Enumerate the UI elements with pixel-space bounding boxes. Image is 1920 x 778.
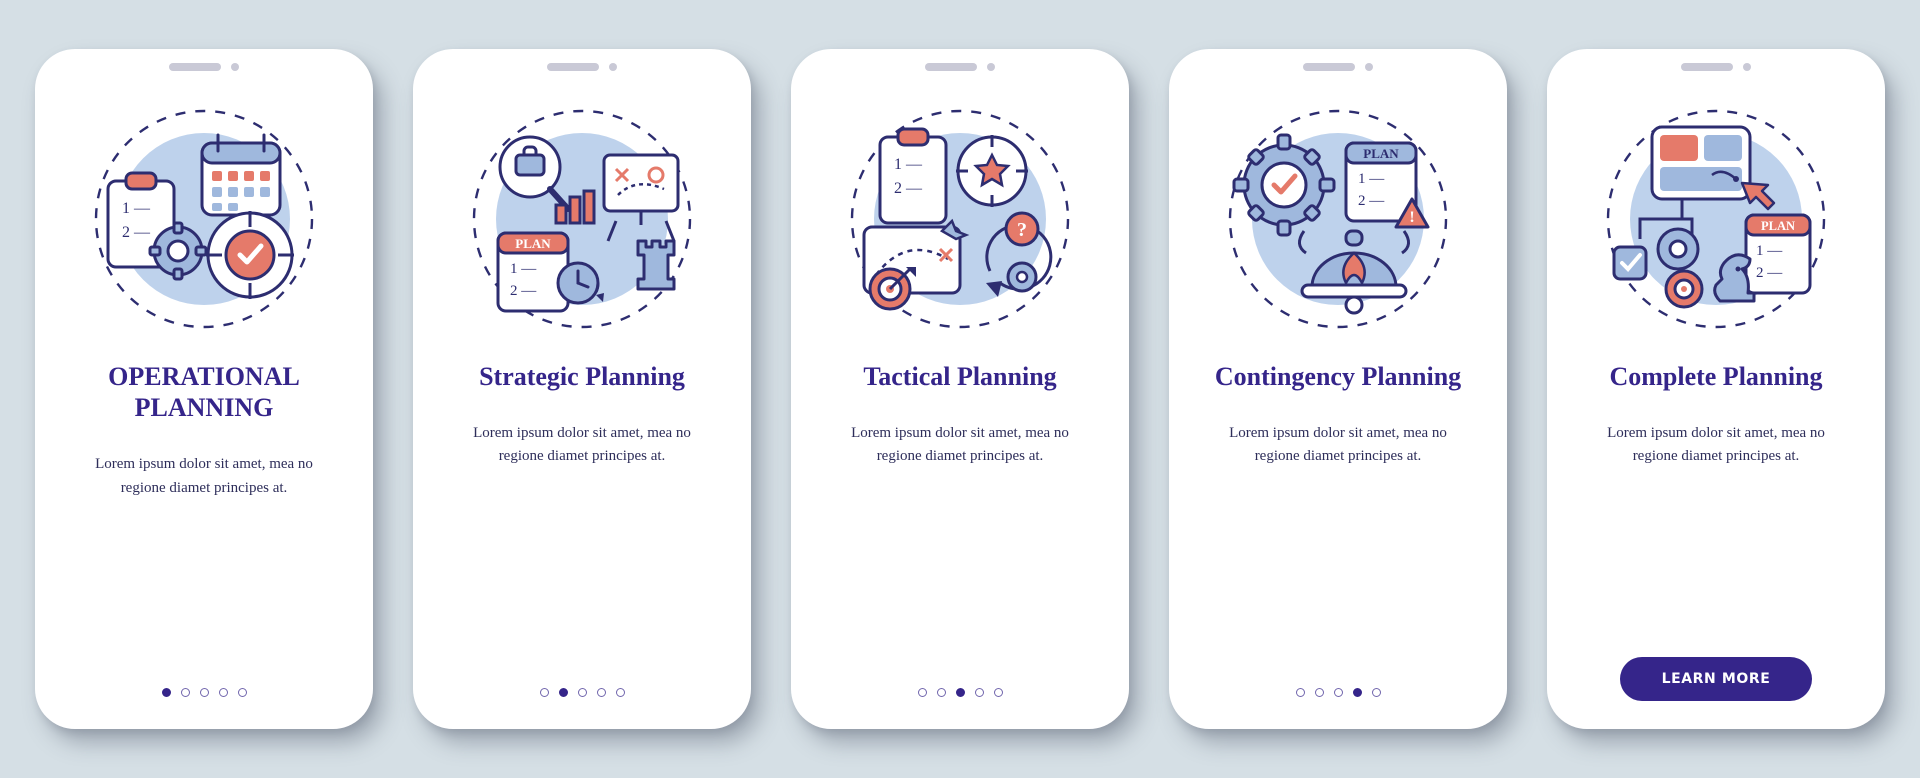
screen-title: Tactical Planning bbox=[863, 361, 1056, 392]
svg-text:1 —: 1 — bbox=[1756, 243, 1783, 259]
contingency-planning-icon: PLAN 1 — 2 — ! bbox=[1218, 99, 1458, 339]
svg-text:1 —: 1 — bbox=[894, 156, 923, 173]
onboarding-screen-strategic: PLAN 1 — 2 — Strategic Planning Lorem ip… bbox=[413, 49, 751, 729]
svg-text:PLAN: PLAN bbox=[1363, 146, 1399, 161]
strategic-planning-icon: PLAN 1 — 2 — bbox=[462, 99, 702, 339]
pagination-dots[interactable] bbox=[540, 688, 625, 701]
svg-text:2 —: 2 — bbox=[510, 283, 537, 299]
svg-text:2 —: 2 — bbox=[1358, 193, 1385, 209]
learn-more-button[interactable]: LEARN MORE bbox=[1620, 657, 1813, 701]
onboarding-carousel: 1 — 2 — bbox=[9, 9, 1911, 769]
svg-text:!: ! bbox=[1409, 209, 1414, 226]
svg-text:2 —: 2 — bbox=[894, 180, 923, 197]
svg-text:1 —: 1 — bbox=[1358, 171, 1385, 187]
svg-text:PLAN: PLAN bbox=[515, 236, 551, 251]
screen-description: Lorem ipsum dolor sit amet, mea no regio… bbox=[830, 422, 1090, 469]
svg-text:2 —: 2 — bbox=[122, 224, 151, 241]
operational-planning-icon: 1 — 2 — bbox=[84, 99, 324, 339]
svg-text:2 —: 2 — bbox=[1756, 265, 1783, 281]
complete-planning-icon: PLAN 1 — 2 — bbox=[1596, 99, 1836, 339]
onboarding-screen-complete: PLAN 1 — 2 — bbox=[1547, 49, 1885, 729]
svg-text:1 —: 1 — bbox=[510, 261, 537, 277]
pagination-dots[interactable] bbox=[162, 688, 247, 701]
phone-notch bbox=[925, 63, 995, 71]
screen-title: OPERATIONAL PLANNING bbox=[63, 361, 345, 423]
svg-text:1 —: 1 — bbox=[122, 200, 151, 217]
svg-text:?: ? bbox=[1017, 219, 1027, 241]
phone-notch bbox=[1681, 63, 1751, 71]
pagination-dots[interactable] bbox=[918, 688, 1003, 701]
phone-notch bbox=[169, 63, 239, 71]
screen-title: Complete Planning bbox=[1609, 361, 1822, 392]
phone-notch bbox=[1303, 63, 1373, 71]
svg-text:PLAN: PLAN bbox=[1761, 219, 1795, 233]
screen-description: Lorem ipsum dolor sit amet, mea no regio… bbox=[1586, 422, 1846, 469]
screen-description: Lorem ipsum dolor sit amet, mea no regio… bbox=[1208, 422, 1468, 469]
pagination-dots[interactable] bbox=[1296, 688, 1381, 701]
onboarding-screen-operational: 1 — 2 — bbox=[35, 49, 373, 729]
screen-title: Strategic Planning bbox=[479, 361, 685, 392]
screen-title: Contingency Planning bbox=[1215, 361, 1461, 392]
screen-description: Lorem ipsum dolor sit amet, mea no regio… bbox=[74, 453, 334, 500]
onboarding-screen-contingency: PLAN 1 — 2 — ! bbox=[1169, 49, 1507, 729]
tactical-planning-icon: 1 — 2 — ? bbox=[840, 99, 1080, 339]
onboarding-screen-tactical: 1 — 2 — ? bbox=[791, 49, 1129, 729]
screen-description: Lorem ipsum dolor sit amet, mea no regio… bbox=[452, 422, 712, 469]
phone-notch bbox=[547, 63, 617, 71]
